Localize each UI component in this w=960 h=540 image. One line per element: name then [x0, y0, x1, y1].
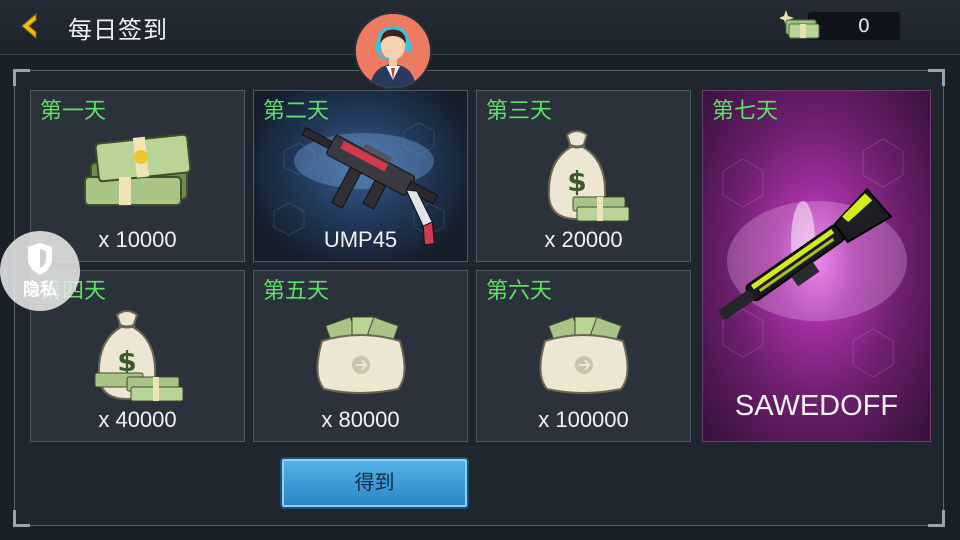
- reward-card-day-3[interactable]: 第三天 $ x 20000: [476, 90, 691, 262]
- top-bar: 每日签到 0: [0, 0, 960, 55]
- shield-icon: [28, 243, 52, 275]
- privacy-floating-button[interactable]: 隐私: [0, 231, 80, 311]
- chevron-left-icon: [21, 12, 37, 40]
- back-button[interactable]: [14, 10, 46, 42]
- reward-card-day-6[interactable]: 第六天 x 100000: [476, 270, 691, 442]
- reward-amount: x 40000: [98, 407, 177, 432]
- day-label: 第一天: [40, 99, 107, 124]
- day-label: 第三天: [486, 99, 553, 124]
- currency-display: 0: [780, 10, 900, 42]
- reward-amount: x 20000: [544, 227, 623, 252]
- reward-card-day-7[interactable]: 第七天 SAWEDOFF: [702, 90, 931, 442]
- day-label: 第二天: [263, 99, 330, 124]
- day-label: 第七天: [712, 99, 779, 124]
- page-title: 每日签到: [68, 16, 168, 44]
- reward-amount: UMP45: [323, 227, 398, 252]
- privacy-label: 隐私: [23, 280, 57, 300]
- panel-corner: [13, 69, 30, 86]
- svg-text:$: $: [567, 165, 586, 198]
- reward-card-day-2[interactable]: 第二天 UMP45: [253, 90, 468, 262]
- panel-corner: [928, 510, 945, 527]
- claim-button[interactable]: 得到: [282, 459, 467, 507]
- panel-corner: [13, 510, 30, 527]
- reward-card-day-5[interactable]: 第五天 x 80000: [253, 270, 468, 442]
- reward-amount: SAWEDOFF: [734, 390, 899, 422]
- cash-stack-icon: [780, 10, 820, 39]
- day-label: 第六天: [486, 279, 553, 304]
- panel-corner: [928, 69, 945, 86]
- reward-amount: x 80000: [321, 407, 400, 432]
- customer-service-avatar[interactable]: [354, 12, 432, 90]
- day-label: 第五天: [263, 279, 330, 304]
- customer-service-icon: [356, 14, 430, 88]
- reward-amount: x 100000: [538, 407, 629, 432]
